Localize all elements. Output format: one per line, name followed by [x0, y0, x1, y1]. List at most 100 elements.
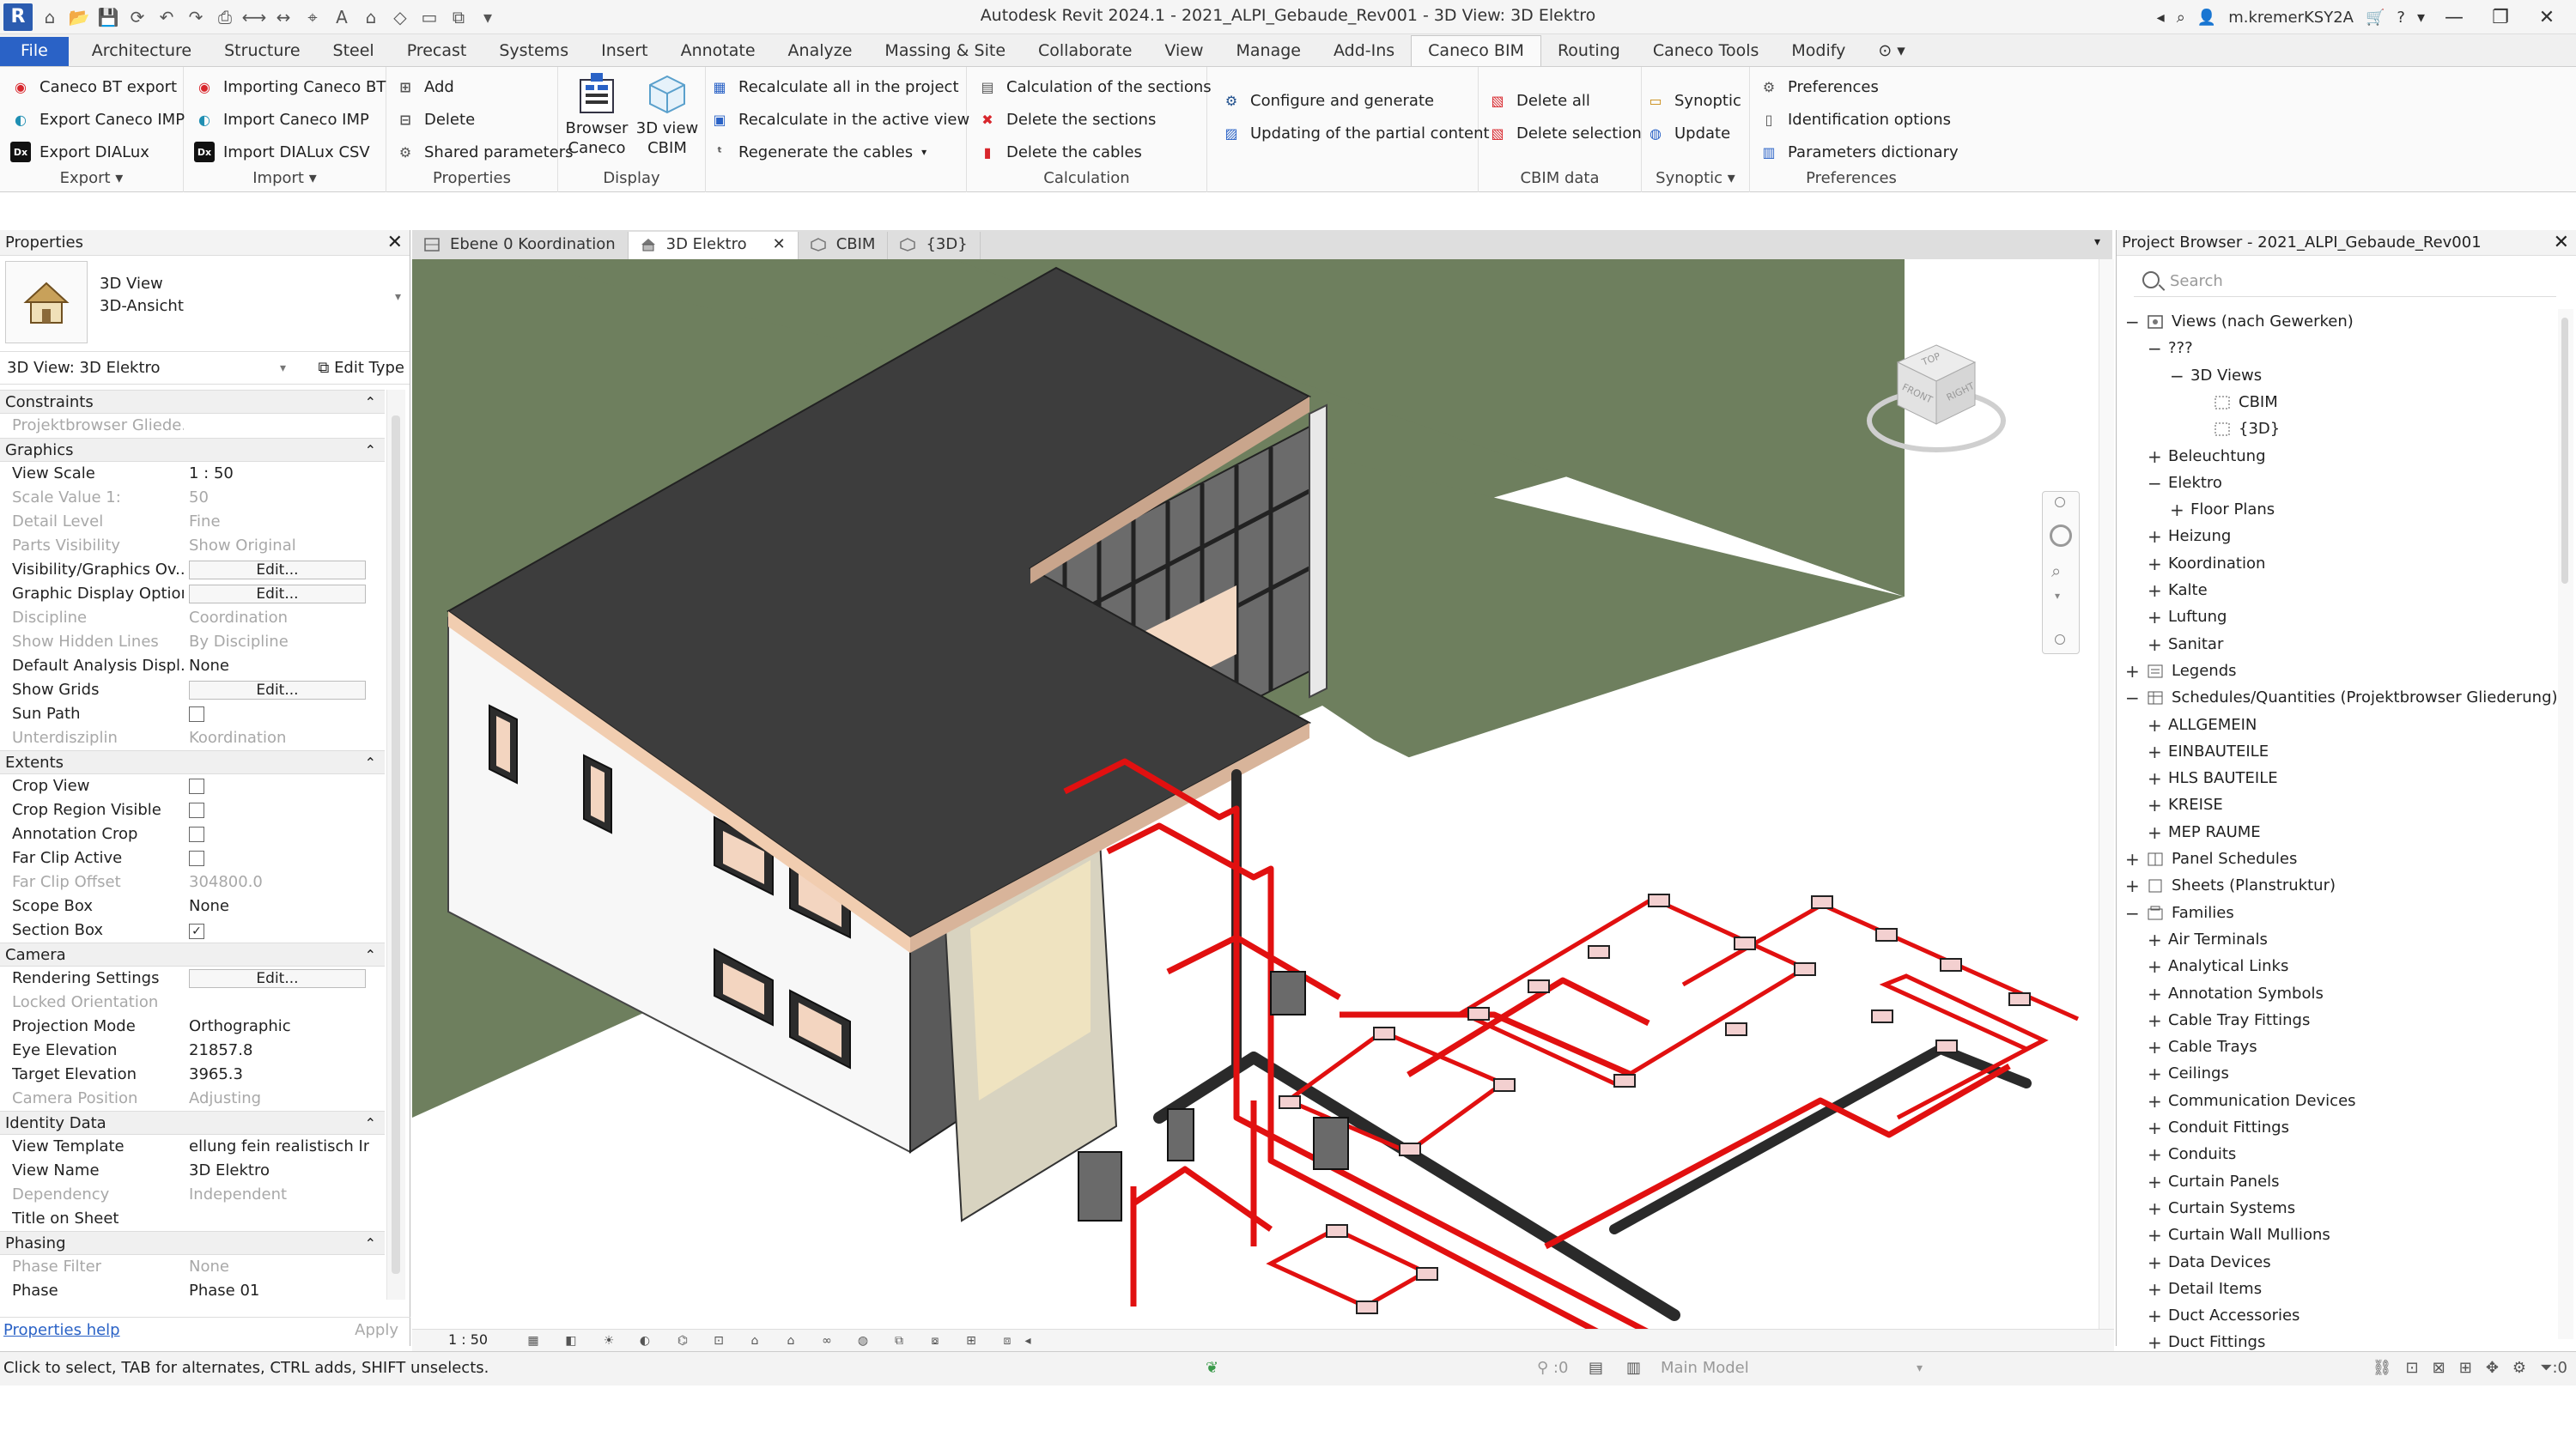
- tree-node[interactable]: + Beleuchtung: [2148, 444, 2266, 470]
- export-dialux-button[interactable]: Dx Export DIALux: [10, 139, 149, 165]
- section-icon[interactable]: ◇: [388, 5, 412, 29]
- contextual-options-icon[interactable]: ⊙ ▾: [1862, 37, 1922, 66]
- property-checkbox[interactable]: [189, 779, 204, 794]
- close-tab-icon[interactable]: ✕: [773, 235, 786, 253]
- redo-icon[interactable]: ↷: [184, 5, 208, 29]
- export-panel-label[interactable]: Export ▾: [0, 169, 183, 187]
- expand-icon[interactable]: +: [2148, 1115, 2162, 1141]
- tree-node[interactable]: + Duct Accessories: [2148, 1303, 2300, 1329]
- tree-node[interactable]: + Sanitar: [2148, 632, 2223, 658]
- tree-node[interactable]: + MEP RAUME: [2148, 820, 2261, 846]
- import-caneco-imp-button[interactable]: ◐ Import Caneco IMP: [194, 106, 369, 132]
- section-graphics[interactable]: Graphics ⌃: [0, 438, 385, 462]
- edit-type-button[interactable]: ⧉ Edit Type: [318, 352, 404, 385]
- identification-options-button[interactable]: ▯ Identification options: [1759, 106, 1951, 132]
- expand-icon[interactable]: +: [2148, 1142, 2162, 1167]
- property-value[interactable]: ellung fein realistisch Inne: [189, 1135, 369, 1159]
- highlight-displacement-icon[interactable]: ⊞: [963, 1333, 979, 1349]
- scroll-left-icon[interactable]: ◂: [1020, 1333, 1036, 1349]
- synoptic-button[interactable]: ▭ Synoptic: [1645, 88, 1741, 113]
- property-checkbox[interactable]: ✓: [189, 924, 204, 939]
- expand-icon[interactable]: +: [2148, 1276, 2162, 1302]
- browser-scrollbar[interactable]: [2558, 309, 2573, 1339]
- expand-icon[interactable]: +: [2148, 578, 2162, 603]
- tab-add-ins[interactable]: Add-Ins: [1317, 37, 1411, 66]
- tree-node[interactable]: + Detail Items: [2148, 1276, 2262, 1302]
- importing-caneco-bt-button[interactable]: ◉ Importing Caneco BT: [194, 74, 386, 100]
- 3d-model-scene[interactable]: [412, 259, 2099, 1329]
- tab-analyze[interactable]: Analyze: [772, 37, 869, 66]
- user-icon[interactable]: 👤: [2197, 9, 2216, 27]
- model-dropdown-icon[interactable]: ▾: [1917, 1352, 1923, 1385]
- tree-node[interactable]: − Views (nach Gewerken): [2125, 309, 2354, 335]
- delete-all-button[interactable]: ▧ Delete all: [1487, 88, 1589, 113]
- property-checkbox[interactable]: [189, 803, 204, 818]
- tree-node[interactable]: + Heizung: [2148, 524, 2231, 549]
- select-links-icon[interactable]: ⛓: [2372, 1352, 2392, 1385]
- caneco-bt-export-button[interactable]: ◉ Caneco BT export: [10, 74, 177, 100]
- collapse-icon[interactable]: −: [2170, 363, 2184, 389]
- calculation-of-sections-button[interactable]: ▤ Calculation of the sections: [977, 74, 1211, 100]
- tree-node[interactable]: + Curtain Wall Mullions: [2148, 1222, 2330, 1248]
- select-pinned-icon[interactable]: ⊠: [2433, 1352, 2445, 1385]
- property-checkbox[interactable]: [189, 827, 204, 842]
- property-value[interactable]: 3D Elektro: [189, 1159, 369, 1183]
- tab-3d-default[interactable]: {3D}: [888, 232, 981, 259]
- editable-count[interactable]: ⚲ :0: [1537, 1352, 1568, 1385]
- design-options-icon[interactable]: ▤: [1589, 1352, 1603, 1385]
- collapse-icon[interactable]: ⌃: [365, 391, 376, 415]
- switch-windows-icon[interactable]: ⧉: [447, 5, 471, 29]
- expand-icon[interactable]: +: [2148, 820, 2162, 846]
- property-value[interactable]: 1 : 50: [189, 462, 369, 486]
- section-constraints[interactable]: Constraints ⌃: [0, 390, 385, 414]
- revit-logo-icon[interactable]: R: [3, 3, 33, 31]
- tree-node[interactable]: + HLS BAUTEILE: [2148, 766, 2278, 791]
- select-underlay-icon[interactable]: ⊡: [2406, 1352, 2419, 1385]
- expand-icon[interactable]: +: [2148, 632, 2162, 658]
- export-caneco-imp-button[interactable]: ◐ Export Caneco IMP: [10, 106, 185, 132]
- reveal-constraints-icon[interactable]: ⧈: [999, 1333, 1015, 1349]
- cart-icon[interactable]: 🛒: [2366, 9, 2385, 27]
- collapse-icon[interactable]: −: [2148, 336, 2162, 361]
- active-model[interactable]: Main Model: [1661, 1352, 1749, 1385]
- edit-button[interactable]: Edit...: [189, 561, 366, 579]
- configure-and-generate-button[interactable]: ⚙ Configure and generate: [1221, 88, 1434, 113]
- property-value[interactable]: None: [189, 894, 369, 919]
- tab-file[interactable]: File: [0, 37, 69, 66]
- delete-sections-button[interactable]: ✖ Delete the sections: [977, 106, 1156, 132]
- tree-node[interactable]: + Koordination: [2148, 551, 2265, 577]
- tree-node[interactable]: + Luftung: [2148, 604, 2227, 630]
- tree-node[interactable]: −3D Views: [2170, 363, 2262, 389]
- expand-icon[interactable]: +: [2148, 1008, 2162, 1034]
- expand-icon[interactable]: +: [2148, 954, 2162, 979]
- worksets-icon[interactable]: ❦: [1206, 1352, 1218, 1385]
- render-icon[interactable]: ⌬: [675, 1333, 690, 1349]
- tree-node[interactable]: + Cable Tray Fittings: [2148, 1008, 2310, 1034]
- synoptic-panel-label[interactable]: Synoptic ▾: [1642, 169, 1749, 187]
- property-value[interactable]: 3965.3: [189, 1063, 369, 1087]
- close-icon[interactable]: ✕: [387, 230, 403, 256]
- import-dialux-csv-button[interactable]: Dx Import DIALux CSV: [194, 139, 370, 165]
- 3d-view-icon[interactable]: ⌂: [359, 5, 383, 29]
- tab-3d-elektro[interactable]: 3D Elektro ✕: [628, 232, 799, 259]
- tree-node[interactable]: + Analytical Links: [2148, 954, 2288, 979]
- binoculars-icon[interactable]: ⌕: [2177, 9, 2185, 27]
- expand-icon[interactable]: +: [2148, 1250, 2162, 1276]
- collapse-icon[interactable]: ⌃: [365, 1232, 376, 1256]
- collapse-icon[interactable]: −: [2125, 900, 2140, 926]
- sync-icon[interactable]: ⟳: [125, 5, 149, 29]
- expand-icon[interactable]: +: [2170, 497, 2184, 523]
- expand-icon[interactable]: +: [2148, 444, 2162, 470]
- shadows-icon[interactable]: ◐: [637, 1333, 653, 1349]
- expand-icon[interactable]: +: [2148, 1222, 2162, 1248]
- reveal-hidden-icon[interactable]: ◍: [855, 1333, 871, 1349]
- tree-node[interactable]: − Schedules/Quantities (Projektbrowser Gl…: [2125, 685, 2558, 711]
- viewcube[interactable]: TOP FRONT RIGHT: [1863, 328, 2009, 465]
- update-button[interactable]: ◍ Update: [1645, 120, 1730, 146]
- expand-icon[interactable]: +: [2148, 712, 2162, 738]
- edit-button[interactable]: Edit...: [189, 969, 366, 988]
- expand-icon[interactable]: +: [2148, 739, 2162, 765]
- tab-list-chevron-icon[interactable]: ▾: [2094, 235, 2100, 249]
- tree-node[interactable]: −???: [2148, 336, 2193, 361]
- show-crop-region-icon[interactable]: ⌂: [747, 1333, 762, 1349]
